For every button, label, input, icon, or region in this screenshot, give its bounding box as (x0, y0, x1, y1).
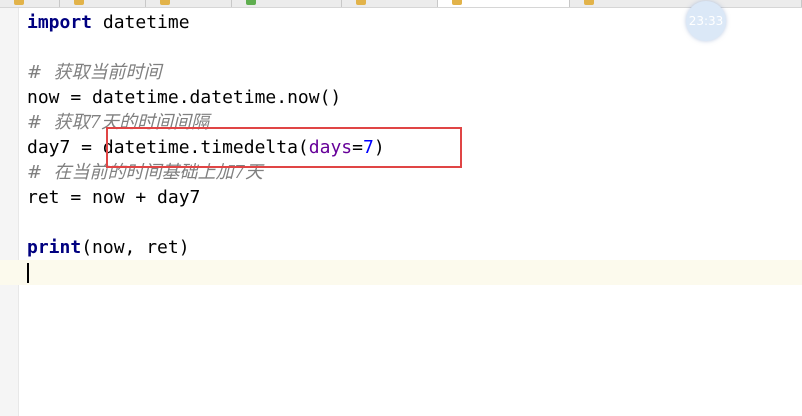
python-file-icon (74, 0, 84, 5)
code-line-10[interactable]: print(now, ret) (27, 235, 190, 260)
keyword-print: print (27, 237, 82, 258)
editor-tab[interactable] (570, 0, 802, 7)
code-line-3[interactable]: # 获取当前时间 (27, 60, 162, 85)
editor-tab[interactable] (342, 0, 438, 7)
editor-tab[interactable] (60, 0, 146, 7)
annotation-highlight-box (106, 127, 462, 168)
python-file-icon (14, 0, 24, 5)
code-line-1[interactable]: import datetime (27, 10, 190, 35)
code-text: (now, ret) (81, 237, 190, 258)
editor-tab-bar (0, 0, 802, 8)
text-caret (27, 263, 29, 283)
current-line-highlight (0, 260, 802, 285)
code-text: ret = now + day7 (27, 187, 201, 208)
editor-tab[interactable] (232, 0, 342, 7)
code-editor[interactable]: import datetime # 获取当前时间 now = datetime.… (0, 8, 802, 416)
editor-tab[interactable] (0, 0, 60, 7)
python-file-icon (584, 0, 594, 5)
text-file-icon (246, 0, 256, 5)
code-line-8[interactable]: ret = now + day7 (27, 185, 200, 210)
code-text: datetime (92, 12, 190, 33)
code-text: now = datetime.datetime.now() (27, 87, 342, 108)
editor-tab-active[interactable] (438, 0, 570, 7)
editor-gutter[interactable] (0, 8, 18, 416)
code-comment: # 获取当前时间 (27, 62, 162, 83)
python-file-icon (452, 0, 462, 5)
keyword-import: import (27, 12, 93, 33)
ide-window: import datetime # 获取当前时间 now = datetime.… (0, 0, 802, 416)
clock-badge: 23:33 (686, 1, 726, 41)
code-line-4[interactable]: now = datetime.datetime.now() (27, 85, 341, 110)
python-file-icon (160, 0, 170, 5)
editor-tab[interactable] (146, 0, 232, 7)
python-file-icon (356, 0, 366, 5)
